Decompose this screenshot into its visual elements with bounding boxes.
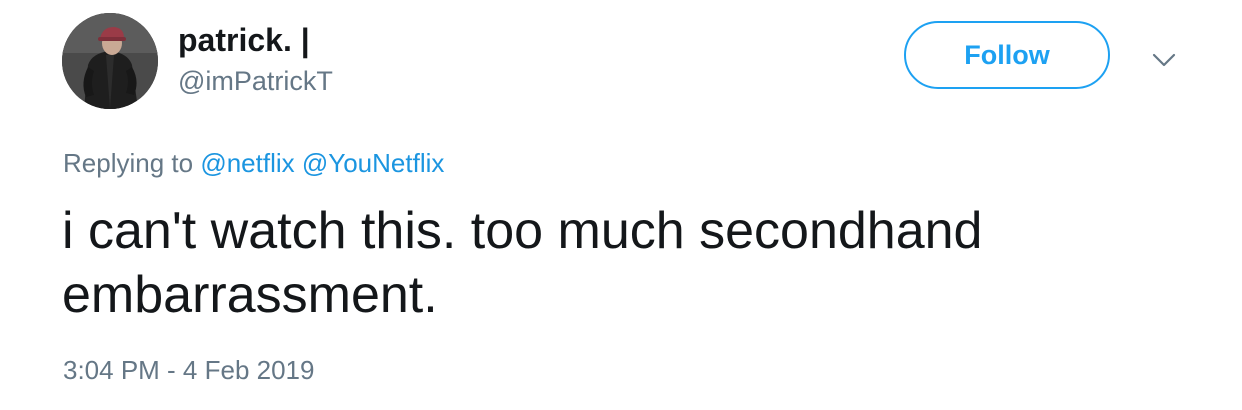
- avatar[interactable]: [62, 13, 158, 109]
- mention-link[interactable]: @netflix: [200, 148, 294, 178]
- reply-context: Replying to @netflix @YouNetflix: [63, 146, 444, 180]
- follow-button[interactable]: Follow: [904, 21, 1110, 89]
- tweet-card: patrick. | @imPatrickT Follow Replying t…: [0, 0, 1242, 410]
- reply-context-prefix: Replying to: [63, 148, 194, 178]
- tweet-timestamp[interactable]: 3:04 PM - 4 Feb 2019: [63, 353, 314, 387]
- mention-link[interactable]: @YouNetflix: [302, 148, 445, 178]
- author-handle[interactable]: @imPatrickT: [178, 64, 333, 98]
- author-display-name[interactable]: patrick. |: [178, 20, 310, 60]
- tweet-text: i can't watch this. too much secondhand …: [62, 202, 997, 324]
- avatar-photo-icon: [62, 13, 158, 109]
- chevron-down-icon[interactable]: [1150, 50, 1178, 70]
